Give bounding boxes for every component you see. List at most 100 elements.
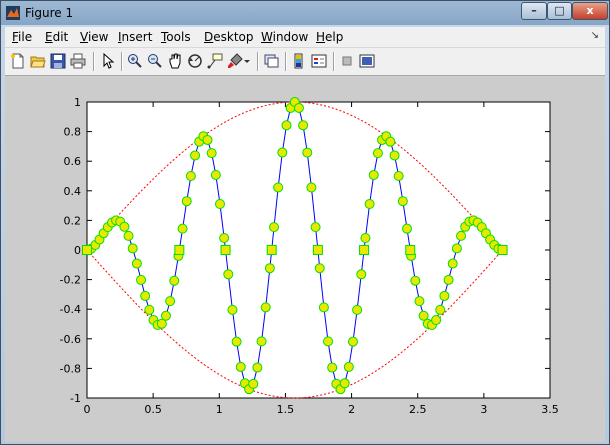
data-point-marker: [181, 196, 192, 207]
data-point-marker: [314, 263, 325, 274]
data-point-marker: [302, 147, 313, 158]
data-point-marker: [165, 296, 176, 307]
data-point-marker: [281, 120, 292, 131]
brush-dropdown-icon[interactable]: [243, 53, 251, 69]
link-plot-icon[interactable]: [263, 53, 279, 69]
data-point-marker: [360, 233, 371, 244]
data-point-marker: [219, 233, 230, 244]
x-tick-label: 2.5: [409, 403, 427, 416]
new-figure-icon[interactable]: [10, 53, 26, 69]
square-marker: [405, 245, 416, 256]
menu-edit[interactable]: Edit: [45, 30, 68, 44]
close-button[interactable]: x: [572, 2, 608, 20]
menu-file[interactable]: File: [12, 30, 32, 44]
y-tick-label: 0.6: [64, 155, 82, 168]
data-point-marker: [414, 296, 425, 307]
y-tick-label: -1: [70, 392, 81, 405]
data-point-marker: [140, 290, 151, 301]
x-tick-label: 2: [348, 403, 355, 416]
pan-icon[interactable]: [167, 53, 183, 69]
rotate-3d-icon[interactable]: [187, 53, 203, 69]
toolbar-separator: [121, 52, 123, 71]
save-icon[interactable]: [50, 53, 66, 69]
data-point-marker: [393, 171, 404, 182]
toolbar-separator: [333, 52, 335, 71]
menu-help[interactable]: Help: [316, 30, 343, 44]
toolbar-separator: [285, 52, 287, 71]
data-point-marker: [190, 150, 201, 161]
edit-plot-icon[interactable]: [100, 53, 116, 69]
y-tick-label: -0.8: [60, 362, 81, 375]
data-point-marker: [327, 362, 338, 373]
menu-view[interactable]: View: [80, 30, 108, 44]
data-point-marker: [248, 378, 259, 389]
data-point-marker: [443, 274, 454, 285]
open-file-icon[interactable]: [30, 53, 46, 69]
brush-icon[interactable]: [227, 53, 243, 69]
legend-icon[interactable]: [311, 53, 327, 69]
y-tick-label: 0: [74, 244, 81, 257]
data-point-marker: [435, 304, 446, 315]
x-tick-label: 1: [216, 403, 223, 416]
data-point-marker: [277, 147, 288, 158]
plot-chart: 0 0.5 1 1.5 2 2.5 3 3.5 1 0.8 0.6 0.4 0.2 0 -0.2 -0.4 -0…: [60, 96, 559, 416]
x-tick-label: 0: [84, 403, 91, 416]
y-tick-label: 0.8: [64, 126, 82, 139]
data-point-marker: [273, 182, 284, 193]
data-point-marker: [364, 198, 375, 209]
data-point-marker: [136, 274, 147, 285]
square-marker: [174, 245, 185, 256]
x-tick-label: 3: [480, 403, 487, 416]
zoom-in-icon[interactable]: [127, 53, 143, 69]
data-point-marker: [447, 258, 458, 269]
data-point-marker: [227, 304, 238, 315]
data-point-marker: [131, 258, 142, 269]
data-point-marker: [210, 169, 221, 180]
square-marker: [82, 245, 92, 255]
data-point-marker: [323, 336, 334, 347]
data-point-marker: [356, 269, 367, 280]
menu-insert[interactable]: Insert: [118, 30, 152, 44]
data-point-marker: [214, 199, 225, 210]
maximize-button[interactable]: □: [547, 2, 572, 20]
data-point-marker: [410, 275, 421, 286]
data-point-marker: [144, 304, 155, 315]
data-point-marker: [160, 310, 171, 321]
menu-window[interactable]: Window: [261, 30, 308, 44]
colorbar-icon[interactable]: [291, 53, 307, 69]
x-tick-label: 1.5: [277, 403, 295, 416]
data-point-marker: [456, 230, 467, 241]
data-cursor-icon[interactable]: [207, 53, 223, 69]
data-point-marker: [372, 148, 383, 159]
y-tick-label: 1: [74, 96, 81, 109]
menu-desktop[interactable]: Desktop: [204, 30, 254, 44]
data-point-marker: [318, 302, 329, 313]
data-point-marker: [298, 120, 309, 131]
data-point-marker: [206, 148, 217, 159]
menu-tools[interactable]: Tools: [161, 30, 191, 44]
toolbar-separator: [257, 52, 259, 71]
data-point-marker: [385, 136, 396, 147]
square-marker: [266, 244, 277, 255]
print-icon[interactable]: [70, 53, 86, 69]
title-bar[interactable]: Figure 1 – □ x: [1, 1, 609, 25]
minimize-button[interactable]: –: [521, 2, 547, 20]
data-point-marker: [397, 196, 408, 207]
show-plot-tools-icon[interactable]: [359, 53, 375, 69]
zoom-out-icon[interactable]: [147, 53, 163, 69]
hide-plot-tools-icon[interactable]: [339, 53, 355, 69]
data-point-marker: [269, 222, 280, 233]
figure-canvas[interactable]: 0 0.5 1 1.5 2 2.5 3 3.5 1 0.8 0.6 0.4 0.2 0 -0.2 -0.4 -0…: [5, 76, 605, 442]
x-tick-label: 3.5: [541, 403, 559, 416]
data-point-marker: [235, 361, 246, 372]
data-point-marker: [347, 336, 358, 347]
menu-overflow-icon[interactable]: ↘: [591, 30, 599, 41]
y-tick-label: -0.2: [60, 274, 81, 287]
data-point-marker: [177, 223, 188, 234]
data-point-marker: [402, 223, 413, 234]
data-point-marker: [223, 269, 234, 280]
data-point-marker: [127, 243, 138, 254]
y-tick-label: -0.6: [60, 333, 81, 346]
data-point-marker: [169, 275, 180, 286]
y-tick-label: 0.2: [64, 214, 82, 227]
